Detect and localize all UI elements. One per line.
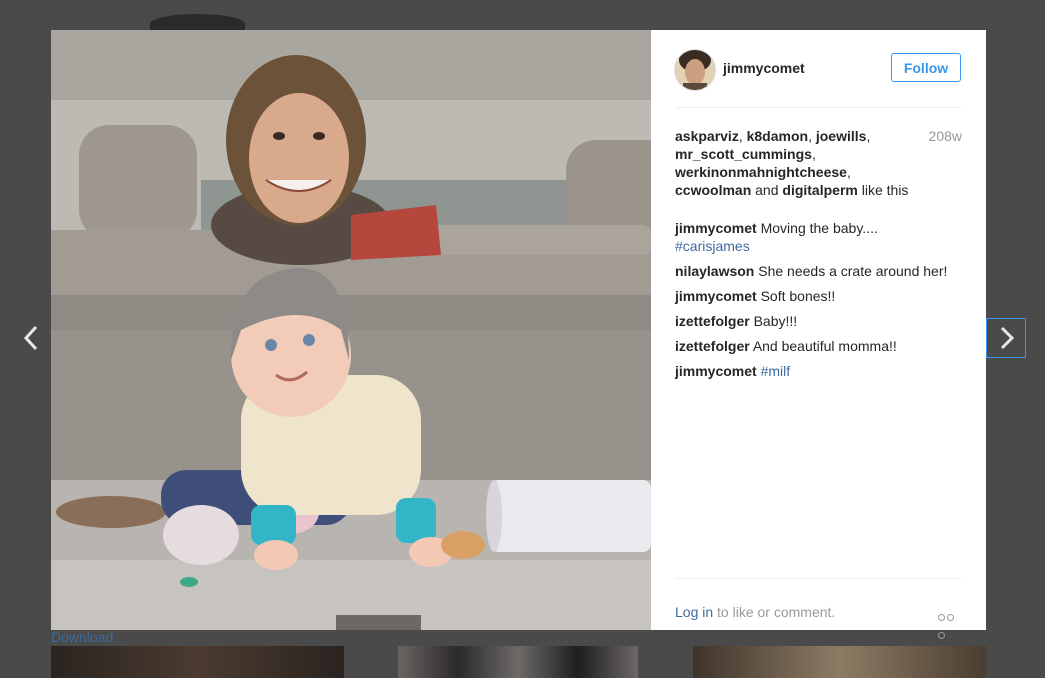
chevron-left-icon — [23, 325, 38, 351]
comment-author[interactable]: jimmycomet — [675, 288, 757, 304]
liker-link[interactable]: digitalperm — [782, 182, 857, 198]
liker-link[interactable]: werkinonmahnightcheese — [675, 164, 847, 180]
prev-post-button[interactable] — [20, 322, 44, 354]
likes-conjunction: and — [755, 182, 779, 198]
liker-link[interactable]: askparviz — [675, 128, 739, 144]
comment: izettefolger And beautiful momma!! — [675, 337, 962, 355]
more-options-icon[interactable] — [938, 608, 962, 639]
download-link[interactable]: Download — [51, 629, 113, 645]
post-sidebar: jimmycomet Follow askparviz, k8damon, jo… — [674, 30, 962, 639]
liker-link[interactable]: ccwoolman — [675, 182, 751, 198]
comment-text: And beautiful momma!! — [752, 338, 897, 354]
liker-link[interactable]: joewills — [816, 128, 867, 144]
comment-author[interactable]: izettefolger — [675, 313, 750, 329]
login-prompt: Log in to like or comment. — [675, 604, 835, 620]
comment: jimmycomet Moving the baby.... #carisjam… — [675, 219, 962, 255]
background-thumbnail — [398, 646, 638, 678]
login-link[interactable]: Log in — [675, 604, 713, 620]
post-header: jimmycomet Follow — [674, 30, 962, 108]
background-thumbnail — [693, 646, 986, 678]
likes-summary: askparviz, k8damon, joewills, mr_scott_c… — [675, 128, 909, 198]
comment: nilaylawson She needs a crate around her… — [675, 262, 962, 280]
background-thumbnail — [51, 646, 344, 678]
comment: jimmycomet #milf — [675, 362, 962, 380]
likes-suffix: like this — [861, 182, 909, 198]
comment: izettefolger Baby!!! — [675, 312, 962, 330]
comment-text: She needs a crate around her! — [758, 263, 948, 279]
login-prompt-text: to like or comment. — [717, 604, 836, 620]
hashtag-link[interactable]: #milf — [761, 363, 791, 379]
liker-link[interactable]: k8damon — [747, 128, 808, 144]
next-post-button[interactable] — [986, 318, 1026, 358]
hashtag-link[interactable]: #carisjames — [675, 238, 750, 254]
post-author-username[interactable]: jimmycomet — [723, 60, 805, 76]
post-footer: Log in to like or comment. — [675, 578, 962, 639]
background-thumbnails — [51, 646, 986, 678]
comment-list: jimmycomet Moving the baby.... #carisjam… — [675, 219, 962, 387]
post-modal: jimmycomet Follow askparviz, k8damon, jo… — [51, 30, 986, 639]
profile-photo — [675, 50, 715, 90]
comment-text: Moving the baby.... — [760, 220, 878, 236]
comment-author[interactable]: nilaylawson — [675, 263, 754, 279]
comment-author[interactable]: izettefolger — [675, 338, 750, 354]
comment: jimmycomet Soft bones!! — [675, 287, 962, 305]
post-age[interactable]: 208w — [923, 127, 962, 145]
comment-text: Baby!!! — [753, 313, 798, 329]
comment-text: Soft bones!! — [760, 288, 836, 304]
liker-link[interactable]: mr_scott_cummings — [675, 146, 812, 162]
follow-button[interactable]: Follow — [891, 53, 961, 82]
avatar[interactable] — [674, 49, 716, 91]
post-photo — [51, 30, 651, 630]
chevron-right-icon — [1000, 326, 1015, 350]
comment-author[interactable]: jimmycomet — [675, 363, 757, 379]
comment-author[interactable]: jimmycomet — [675, 220, 757, 236]
